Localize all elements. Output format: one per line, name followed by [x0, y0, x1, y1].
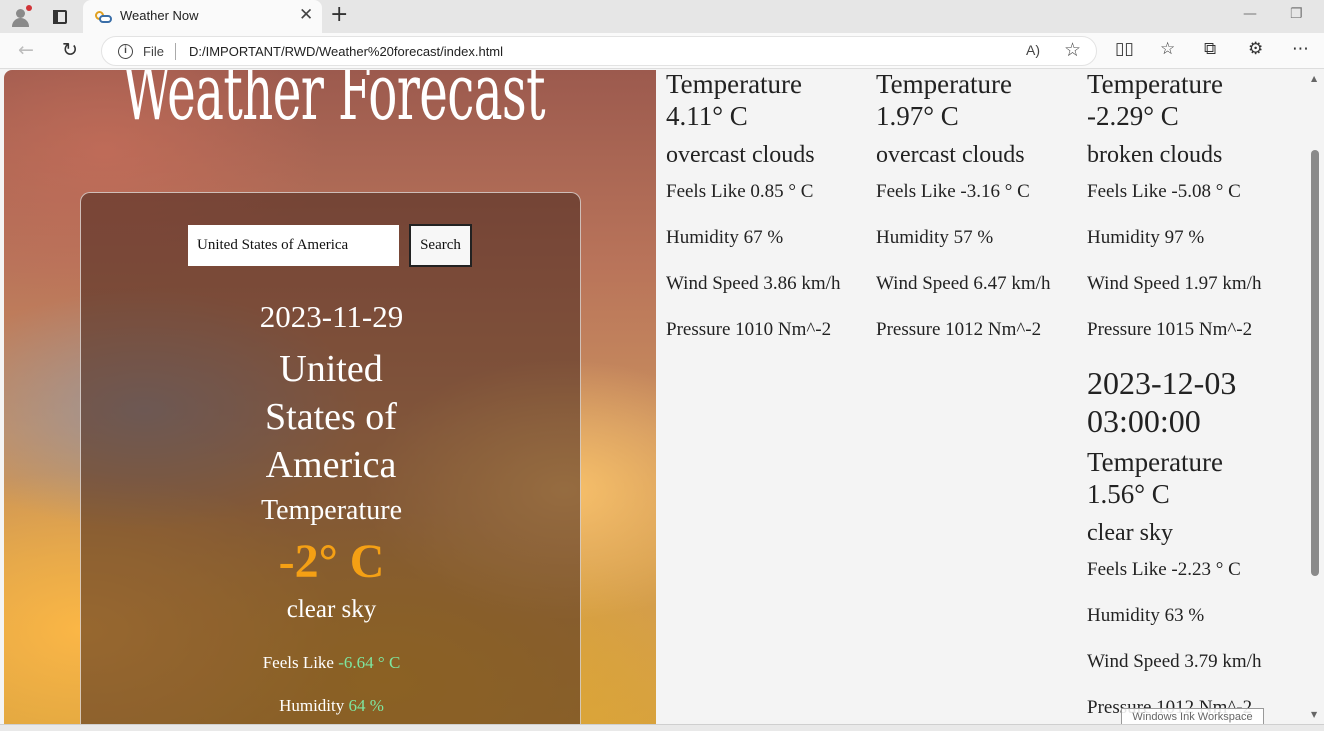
forecast-card: Temperature -2.29° C broken clouds Feels…	[1087, 70, 1292, 342]
info-icon[interactable]: i	[118, 44, 133, 59]
forecast-description: overcast clouds	[876, 142, 1025, 168]
minimize-icon[interactable]: —	[1243, 6, 1257, 22]
tab-strip: Weather Now ✕ + — ❐	[0, 0, 1324, 33]
collections-icon[interactable]: ⧉	[1204, 39, 1216, 59]
current-temperature: -2° C	[278, 535, 385, 588]
feels-like-value: -6.64 ° C	[338, 653, 401, 672]
forecast-pressure: Pressure 1010 Nm^-2	[666, 319, 832, 340]
search-button[interactable]: Search	[409, 224, 472, 267]
scroll-down-icon[interactable]: ▼	[1311, 710, 1317, 719]
current-date: 2023-11-29	[259, 299, 404, 334]
forecast-humidity: Humidity 63 %	[1087, 605, 1205, 626]
search-input[interactable]	[188, 225, 399, 266]
read-aloud-icon[interactable]: A)	[1026, 42, 1040, 58]
forecast-pressure: Pressure 1012 Nm^-2	[876, 319, 1042, 340]
forecast-pressure: Pressure 1015 Nm^-2	[1087, 319, 1253, 340]
forecast-humidity: Humidity 57 %	[876, 227, 994, 248]
feels-like-label: Feels Like	[262, 653, 334, 672]
scroll-up-icon[interactable]: ▲	[1311, 74, 1317, 83]
forecast-humidity: Humidity 97 %	[1087, 227, 1205, 248]
window-bottom-edge	[0, 724, 1324, 731]
more-icon[interactable]: ⋯	[1292, 39, 1309, 59]
forecast-feels-like: Feels Like -3.16 ° C	[876, 181, 1030, 202]
current-humidity: Humidity 64 %	[81, 696, 582, 716]
forecast-description: broken clouds	[1087, 142, 1223, 168]
favorites-icon[interactable]: ☆	[1160, 39, 1175, 59]
forecast-card: Temperature 1.97° C overcast clouds Feel…	[876, 70, 1081, 342]
forecast-wind-speed: Wind Speed 3.86 km/h	[666, 273, 841, 294]
hero-panel: Weather Forecast Search 2023-11-29 Unite…	[4, 70, 656, 724]
forecast-temperature: 4.11° C	[666, 101, 748, 131]
profile-icon[interactable]	[10, 5, 32, 28]
forecast-description: clear sky	[1087, 520, 1173, 546]
current-feels-like: Feels Like -6.64 ° C	[81, 653, 582, 673]
forecast-temperature: -2.29° C	[1087, 101, 1179, 131]
current-temperature-label: Temperature	[260, 495, 403, 526]
forecast-temperature-label: Temperature	[1087, 447, 1224, 477]
forecast-feels-like: Feels Like 0.85 ° C	[666, 181, 814, 202]
close-tab-icon[interactable]: ✕	[299, 5, 313, 25]
forecast-wind-speed: Wind Speed 3.79 km/h	[1087, 651, 1262, 672]
page-title: Weather Forecast	[122, 70, 546, 138]
extensions-icon[interactable]: ⚙	[1248, 39, 1263, 59]
forecast-feels-like: Feels Like -5.08 ° C	[1087, 181, 1241, 202]
forecast-temperature-label: Temperature	[876, 70, 1013, 99]
forecast-temperature: 1.97° C	[876, 101, 959, 131]
forecast-feels-like: Feels Like -2.23 ° C	[1087, 559, 1241, 580]
page-scrollbar[interactable]: ▲ ▼	[1307, 70, 1324, 724]
forecast-date: 2023-12-03 03:00:00	[1087, 365, 1237, 439]
favorite-star-icon[interactable]: ☆	[1064, 39, 1081, 61]
scrollbar-thumb[interactable]	[1311, 150, 1319, 576]
current-description: clear sky	[286, 596, 377, 623]
forecast-humidity: Humidity 67 %	[666, 227, 784, 248]
page-viewport: Weather Forecast Search 2023-11-29 Unite…	[0, 70, 1324, 724]
weather-favicon-icon	[95, 9, 112, 24]
address-url[interactable]: D:/IMPORTANT/RWD/Weather%20forecast/inde…	[189, 44, 503, 59]
forecast-wind-speed: Wind Speed 1.97 km/h	[1087, 273, 1262, 294]
split-screen-icon[interactable]: ▯▯	[1115, 39, 1134, 59]
address-divider	[175, 43, 176, 60]
tab-actions-icon[interactable]	[49, 6, 71, 28]
address-bar[interactable]: i File D:/IMPORTANT/RWD/Weather%20foreca…	[101, 36, 1097, 66]
forecast-temperature-label: Temperature	[666, 70, 803, 99]
humidity-label: Humidity	[279, 696, 345, 715]
forecast-description: overcast clouds	[666, 142, 815, 168]
current-city: United States of America	[265, 348, 397, 486]
address-scheme-label: File	[143, 44, 164, 59]
forecast-wind-speed: Wind Speed 6.47 km/h	[876, 273, 1051, 294]
tab-title: Weather Now	[120, 8, 199, 23]
forecast-temperature: 1.56° C	[1087, 479, 1170, 509]
restore-icon[interactable]: ❐	[1290, 6, 1303, 22]
humidity-value: 64 %	[348, 696, 384, 715]
forecast-temperature-label: Temperature	[1087, 70, 1224, 99]
new-tab-icon[interactable]: +	[330, 2, 348, 27]
address-toolbar: ← ↻ i File D:/IMPORTANT/RWD/Weather%20fo…	[0, 33, 1324, 69]
back-icon[interactable]: ←	[18, 39, 34, 61]
forecast-card: 2023-12-03 03:00:00 Temperature 1.56° C …	[1087, 364, 1292, 720]
current-weather-card: Search 2023-11-29 United States of Ameri…	[80, 192, 581, 724]
forecast-card: Temperature 4.11° C overcast clouds Feel…	[666, 70, 871, 342]
reload-icon[interactable]: ↻	[62, 39, 78, 61]
browser-tab-active[interactable]: Weather Now ✕	[83, 0, 322, 33]
